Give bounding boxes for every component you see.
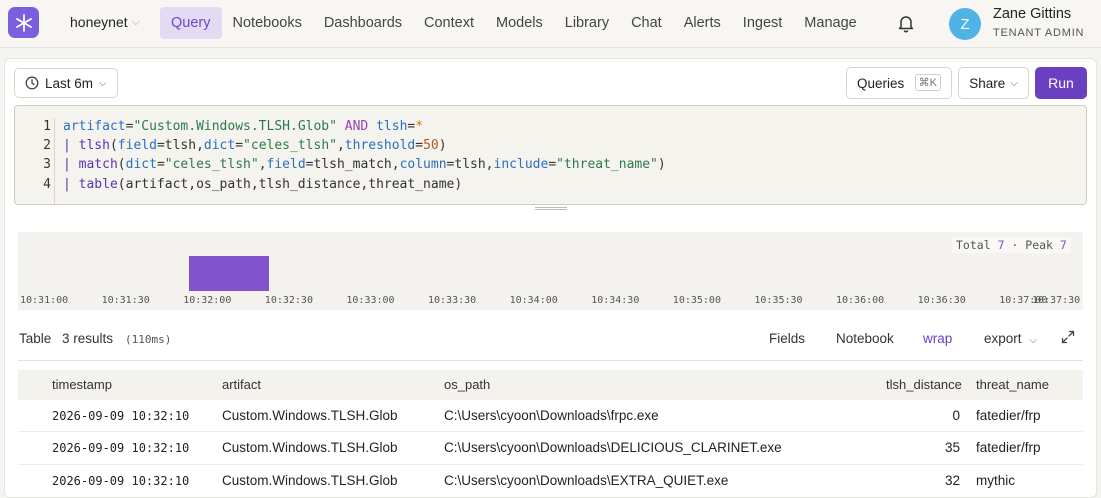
nav-item-models[interactable]: Models xyxy=(485,7,554,39)
histogram-totals: Total 7 · Peak 7 xyxy=(952,237,1071,253)
nav-item-chat[interactable]: Chat xyxy=(620,7,673,39)
code-line: | tlsh(field=tlsh,dict="celes_tlsh",thre… xyxy=(63,138,447,153)
peak-label: Peak xyxy=(1025,238,1053,252)
row-divider xyxy=(18,431,1083,432)
divider xyxy=(18,360,1083,361)
time-tick-label: 10:36:30 xyxy=(917,295,966,306)
app-logo-icon[interactable] xyxy=(8,7,39,38)
result-count: 3 results xyxy=(62,331,114,346)
export-button[interactable]: export ⌵ xyxy=(984,331,1037,346)
cell-os-path: C:\Users\cyoon\Downloads\EXTRA_QUIET.exe xyxy=(444,473,729,488)
avatar[interactable]: Z xyxy=(949,8,981,40)
cell-threat-name: fatedier/frp xyxy=(976,440,1041,455)
time-tick-label: 10:35:30 xyxy=(754,295,803,306)
cell-tlsh-distance: 0 xyxy=(952,408,960,423)
nav-item-dashboards[interactable]: Dashboards xyxy=(313,7,413,39)
tenant-selector[interactable]: honeynet ⌵ xyxy=(70,14,140,30)
query-duration: (110ms) xyxy=(125,333,172,346)
top-nav: honeynet ⌵ Query Notebooks Dashboards Co… xyxy=(0,0,1101,48)
time-tick-label: 10:31:00 xyxy=(20,295,69,306)
line-number: 4 xyxy=(43,177,51,192)
cell-timestamp: 2026-09-09 10:32:10 xyxy=(52,409,190,423)
nav-item-query[interactable]: Query xyxy=(160,7,222,39)
cell-threat-name: fatedier/frp xyxy=(976,408,1041,423)
nav-item-library[interactable]: Library xyxy=(554,7,620,39)
expand-icon[interactable] xyxy=(1061,330,1075,347)
time-tick-label: 10:36:00 xyxy=(836,295,885,306)
bell-icon[interactable] xyxy=(896,13,916,33)
queries-label: Queries xyxy=(857,75,905,91)
query-editor[interactable]: 1 2 3 4 artifact="Custom.Windows.TLSH.Gl… xyxy=(14,105,1087,205)
cell-timestamp: 2026-09-09 10:32:10 xyxy=(52,441,190,455)
tenant-name: honeynet xyxy=(70,14,128,30)
cell-timestamp: 2026-09-09 10:32:10 xyxy=(52,474,190,488)
cell-os-path: C:\Users\cyoon\Downloads\DELICIOUS_CLARI… xyxy=(444,440,782,455)
time-tick-label: 10:37:30 xyxy=(1032,295,1081,306)
column-header-os-path[interactable]: os_path xyxy=(444,377,490,392)
chevron-down-icon: ⌵ xyxy=(99,77,107,89)
time-tick-label: 10:33:00 xyxy=(346,295,395,306)
cell-tlsh-distance: 32 xyxy=(944,473,960,488)
column-header-tlsh-distance[interactable]: tlsh_distance xyxy=(886,377,962,392)
cell-threat-name: mythic xyxy=(976,473,1016,488)
nav-item-context[interactable]: Context xyxy=(413,7,485,39)
nav-item-ingest[interactable]: Ingest xyxy=(732,7,794,39)
time-range-button[interactable]: Last 6m ⌵ xyxy=(14,68,118,98)
user-name: Zane Gittins xyxy=(993,6,1072,22)
time-tick-label: 10:35:00 xyxy=(672,295,721,306)
resize-handle[interactable] xyxy=(535,207,567,210)
queries-button[interactable]: Queries ⌘K xyxy=(846,67,952,99)
total-value: 7 xyxy=(997,238,1005,252)
line-number: 3 xyxy=(43,157,51,172)
chevron-down-icon: ⌵ xyxy=(131,15,140,28)
peak-value: 7 xyxy=(1059,238,1067,252)
wrap-toggle[interactable]: wrap xyxy=(923,331,952,346)
time-tick-label: 10:33:30 xyxy=(428,295,477,306)
time-tick-label: 10:34:00 xyxy=(509,295,558,306)
row-divider xyxy=(18,464,1083,465)
nav-item-manage[interactable]: Manage xyxy=(793,7,867,39)
time-tick-label: 10:31:30 xyxy=(101,295,150,306)
code-line: | table(artifact,os_path,tlsh_distance,t… xyxy=(63,177,463,192)
histogram-bar[interactable] xyxy=(189,256,270,291)
code-line: | match(dict="celes_tlsh",field=tlsh_mat… xyxy=(63,157,666,172)
chevron-down-icon: ⌵ xyxy=(1010,77,1018,89)
line-number: 2 xyxy=(43,138,51,153)
nav-item-notebooks[interactable]: Notebooks xyxy=(222,7,313,39)
run-button[interactable]: Run xyxy=(1035,67,1087,99)
time-range-label: Last 6m xyxy=(45,75,94,91)
cell-os-path: C:\Users\cyoon\Downloads\frpc.exe xyxy=(444,408,659,423)
nav-item-alerts[interactable]: Alerts xyxy=(673,7,732,39)
export-label: export xyxy=(984,331,1022,346)
time-tick-label: 10:34:30 xyxy=(591,295,640,306)
total-label: Total xyxy=(956,238,991,252)
share-label: Share xyxy=(969,75,1006,91)
chevron-down-icon: ⌵ xyxy=(1029,335,1037,346)
clock-icon xyxy=(25,76,39,90)
share-button[interactable]: Share ⌵ xyxy=(958,67,1029,99)
line-number: 1 xyxy=(43,119,51,134)
view-mode-label[interactable]: Table xyxy=(19,331,51,346)
notebook-button[interactable]: Notebook xyxy=(836,331,894,346)
cell-artifact: Custom.Windows.TLSH.Glob xyxy=(222,408,398,423)
user-role: TENANT ADMIN xyxy=(993,27,1085,39)
cell-artifact: Custom.Windows.TLSH.Glob xyxy=(222,440,398,455)
fields-button[interactable]: Fields xyxy=(769,331,805,346)
cell-tlsh-distance: 35 xyxy=(944,440,960,455)
main-nav: Query Notebooks Dashboards Context Model… xyxy=(160,7,868,39)
queries-shortcut: ⌘K xyxy=(914,74,941,91)
time-tick-label: 10:32:00 xyxy=(183,295,232,306)
cell-artifact: Custom.Windows.TLSH.Glob xyxy=(222,473,398,488)
column-header-artifact[interactable]: artifact xyxy=(222,377,261,392)
column-header-threat-name[interactable]: threat_name xyxy=(976,377,1049,392)
time-tick-label: 10:32:30 xyxy=(264,295,313,306)
code-line: artifact="Custom.Windows.TLSH.Glob" AND … xyxy=(63,119,424,134)
column-header-timestamp[interactable]: timestamp xyxy=(52,377,112,392)
